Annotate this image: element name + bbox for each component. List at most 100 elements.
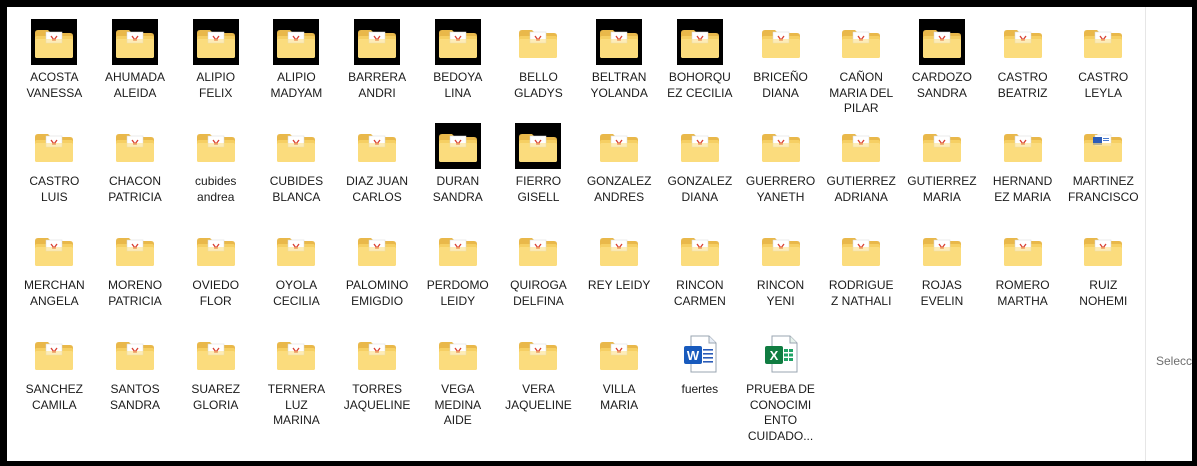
- file-item[interactable]: HERNAND EZ MARIA: [982, 123, 1063, 223]
- file-item-label: BEDOYA LINA: [433, 70, 483, 100]
- folder-pdf-icon: [677, 227, 723, 273]
- folder-pdf-icon: [838, 123, 884, 169]
- folder-pdf-icon: [919, 123, 965, 169]
- file-item[interactable]: RINCON YENI: [740, 227, 821, 327]
- file-item-label: DIAZ JUAN CARLOS: [346, 174, 409, 204]
- folder-pdf-icon: [1000, 227, 1046, 273]
- file-item[interactable]: cubides andrea: [175, 123, 256, 223]
- file-item-label: ROJAS EVELIN: [920, 278, 964, 308]
- file-item[interactable]: GONZALEZ ANDRES: [579, 123, 660, 223]
- file-item-label: ROMERO MARTHA: [995, 278, 1050, 308]
- file-item[interactable]: GONZALEZ DIANA: [660, 123, 741, 223]
- file-item-label: RODRIGUE Z NATHALI: [828, 278, 894, 308]
- folder-pdf-icon: [918, 19, 965, 65]
- file-item-label: CASTRO BEATRIZ: [997, 70, 1048, 100]
- file-item[interactable]: PALOMINO EMIGDIO: [337, 227, 418, 327]
- file-item[interactable]: CAÑON MARIA DEL PILAR: [821, 19, 902, 119]
- file-item[interactable]: VEGA MEDINA AIDE: [417, 331, 498, 444]
- file-item[interactable]: W fuertes: [660, 331, 741, 444]
- folder-pdf-icon: [354, 123, 400, 169]
- file-item[interactable]: PERDOMO LEIDY: [417, 227, 498, 327]
- file-item[interactable]: RINCON CARMEN: [660, 227, 741, 327]
- file-item[interactable]: CASTRO LUIS: [14, 123, 95, 223]
- file-item[interactable]: SUAREZ GLORIA: [175, 331, 256, 444]
- folder-pdf-icon: [515, 227, 561, 273]
- folder-pdf-icon: [434, 19, 481, 65]
- file-item-label: OVIEDO FLOR: [192, 278, 240, 308]
- svg-text:W: W: [687, 348, 700, 363]
- folder-pdf-icon: [434, 123, 481, 169]
- file-item[interactable]: CUBIDES BLANCA: [256, 123, 337, 223]
- file-item[interactable]: REY LEIDY: [579, 227, 660, 327]
- file-item[interactable]: ALIPIO FELIX: [175, 19, 256, 119]
- file-item[interactable]: X PRUEBA DE CONOCIMI ENTO CUIDADO...: [740, 331, 821, 444]
- file-item[interactable]: SANTOS SANDRA: [95, 331, 176, 444]
- folder-pdf-icon: [758, 19, 804, 65]
- folder-pdf-icon: [596, 123, 642, 169]
- folder-pdf-icon: [112, 227, 158, 273]
- file-item[interactable]: VILLA MARIA: [579, 331, 660, 444]
- file-item-label: GONZALEZ DIANA: [667, 174, 733, 204]
- file-item[interactable]: SANCHEZ CAMILA: [14, 331, 95, 444]
- file-item[interactable]: BRICEÑO DIANA: [740, 19, 821, 119]
- file-item-label: HERNAND EZ MARIA: [992, 174, 1053, 204]
- file-item[interactable]: CASTRO BEATRIZ: [982, 19, 1063, 119]
- file-item-label: TORRES JAQUELINE: [343, 382, 411, 412]
- file-item-label: BARRERA ANDRI: [348, 70, 407, 100]
- file-item-label: SANTOS SANDRA: [110, 382, 161, 412]
- excel-doc-icon: X: [758, 331, 804, 377]
- folder-pdf-icon: [1080, 227, 1126, 273]
- file-item[interactable]: CASTRO LEYLA: [1063, 19, 1144, 119]
- file-item[interactable]: BELLO GLADYS: [498, 19, 579, 119]
- folder-pdf-icon: [435, 331, 481, 377]
- file-item[interactable]: BEDOYA LINA: [417, 19, 498, 119]
- file-item-label: GUTIERREZ MARIA: [907, 174, 977, 204]
- file-item[interactable]: MORENO PATRICIA: [95, 227, 176, 327]
- file-item[interactable]: VERA JAQUELINE: [498, 331, 579, 444]
- file-item-label: RUIZ NOHEMI: [1079, 278, 1128, 308]
- folder-pdf-icon: [31, 19, 78, 65]
- file-item[interactable]: GUTIERREZ ADRIANA: [821, 123, 902, 223]
- folder-pdf-icon: [677, 123, 723, 169]
- word-doc-icon: W: [677, 331, 723, 377]
- file-item[interactable]: OYOLA CECILIA: [256, 227, 337, 327]
- file-item[interactable]: ROJAS EVELIN: [902, 227, 983, 327]
- file-item[interactable]: ROMERO MARTHA: [982, 227, 1063, 327]
- file-item[interactable]: ALIPIO MADYAM: [256, 19, 337, 119]
- file-item[interactable]: MERCHAN ANGELA: [14, 227, 95, 327]
- file-item-label: DURAN SANDRA: [432, 174, 483, 204]
- file-item[interactable]: BARRERA ANDRI: [337, 19, 418, 119]
- folder-pdf-icon: [1000, 123, 1046, 169]
- file-item[interactable]: MARTINEZ FRANCISCO: [1063, 123, 1144, 223]
- file-item[interactable]: FIERRO GISELL: [498, 123, 579, 223]
- file-item[interactable]: DURAN SANDRA: [417, 123, 498, 223]
- folder-pdf-icon: [354, 227, 400, 273]
- folder-pdf-icon: [273, 227, 319, 273]
- file-item[interactable]: CHACON PATRICIA: [95, 123, 176, 223]
- file-item[interactable]: QUIROGA DELFINA: [498, 227, 579, 327]
- file-item[interactable]: TERNERA LUZ MARINA: [256, 331, 337, 444]
- file-item[interactable]: GUTIERREZ MARIA: [902, 123, 983, 223]
- file-item-label: QUIROGA DELFINA: [510, 278, 567, 308]
- file-item[interactable]: GUERRERO YANETH: [740, 123, 821, 223]
- file-item[interactable]: DIAZ JUAN CARLOS: [337, 123, 418, 223]
- file-item[interactable]: BELTRAN YOLANDA: [579, 19, 660, 119]
- file-item[interactable]: OVIEDO FLOR: [175, 227, 256, 327]
- file-item-label: AHUMADA ALEIDA: [105, 70, 166, 100]
- file-item[interactable]: CARDOZO SANDRA: [902, 19, 983, 119]
- folder-pdf-icon: [515, 123, 562, 169]
- file-item[interactable]: BOHORQU EZ CECILIA: [660, 19, 741, 119]
- details-pane-divider: [1145, 7, 1146, 461]
- folder-pdf-icon: [193, 227, 239, 273]
- file-item[interactable]: RUIZ NOHEMI: [1063, 227, 1144, 327]
- folder-pdf-icon: [354, 331, 400, 377]
- file-item[interactable]: ACOSTA VANESSA: [14, 19, 95, 119]
- file-item[interactable]: RODRIGUE Z NATHALI: [821, 227, 902, 327]
- file-item-label: MARTINEZ FRANCISCO: [1067, 174, 1139, 204]
- folder-pdf-icon: [435, 227, 481, 273]
- file-item-label: CHACON PATRICIA: [108, 174, 162, 204]
- file-item-label: BOHORQU EZ CECILIA: [667, 70, 733, 100]
- file-item[interactable]: AHUMADA ALEIDA: [95, 19, 176, 119]
- file-item-label: MERCHAN ANGELA: [24, 278, 85, 308]
- file-item[interactable]: TORRES JAQUELINE: [337, 331, 418, 444]
